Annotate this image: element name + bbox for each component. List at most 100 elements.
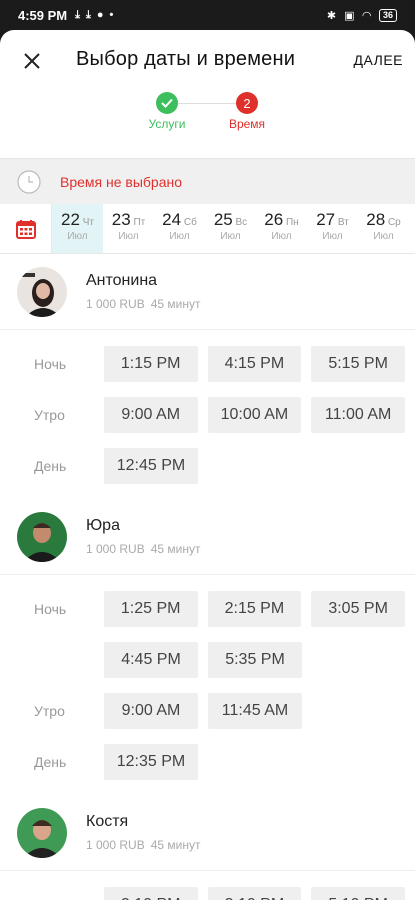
date-weekday: Ср: [385, 217, 401, 228]
header: Выбор даты и времени ДАЛЕЕ: [0, 30, 415, 92]
slot-row: Ночь 1:25 PM 2:15 PM 3:05 PM: [0, 583, 415, 634]
date-day: 27: [316, 210, 336, 229]
close-icon[interactable]: [18, 47, 46, 75]
slot-row: День 12:45 PM: [0, 440, 415, 491]
time-slot-button[interactable]: 5:10 PM: [311, 886, 405, 900]
avatar: [17, 807, 67, 858]
time-slots: Ночь2:10 PM 3:10 PM 5:10 PM: [0, 871, 415, 900]
date-month: Июл: [322, 231, 343, 242]
service-duration: 45 минут: [150, 542, 201, 556]
service-price: 1 000 RUB: [86, 542, 145, 556]
date-strip: 22 Чт Июл 23 Пт Июл 24 Сб Июл 25 Вс Июл 26 Пн Июл…: [52, 204, 415, 253]
service-duration: 45 минут: [150, 297, 201, 311]
date-item[interactable]: 27 Вт Июл: [307, 204, 358, 253]
check-icon: [156, 92, 178, 114]
avatar: [17, 266, 67, 317]
time-slot-button[interactable]: 9:00 AM: [104, 692, 198, 729]
date-day-line: 25 Вс: [205, 210, 256, 230]
time-slot-button[interactable]: 1:25 PM: [103, 590, 198, 627]
date-day: 28: [366, 210, 386, 229]
time-slot-button[interactable]: 4:45 PM: [104, 641, 198, 678]
master-meta: 1 000 RUB 45 минут: [86, 297, 200, 311]
time-not-selected-banner: Время не выбрано: [0, 158, 415, 204]
time-slot-button[interactable]: 2:15 PM: [207, 590, 302, 627]
date-day: 22: [61, 210, 80, 229]
date-item[interactable]: 24 Сб Июл: [154, 204, 205, 253]
time-slot-button[interactable]: 5:15 PM: [311, 345, 405, 382]
time-slot-button[interactable]: 5:35 PM: [208, 641, 302, 678]
status-bar: 4:59 PM ⤓ ⤓ ● • ✱ ▣ ◠ 36: [0, 0, 415, 30]
period-label: День: [34, 753, 67, 770]
slot-row: Ночь 1:15 PM 4:15 PM 5:15 PM: [0, 338, 415, 389]
date-weekday: Вс: [232, 217, 248, 228]
time-slot-button[interactable]: 10:00 AM: [207, 396, 302, 433]
date-item[interactable]: 28 Ср Июл: [358, 204, 409, 253]
booking-sheet: Выбор даты и времени ДАЛЕЕ Услуги 2 Врем…: [0, 30, 415, 900]
calendar-icon[interactable]: [0, 204, 52, 253]
notice-text: Время не выбрано: [60, 173, 183, 190]
step-label: Услуги: [148, 117, 186, 131]
date-month: Июл: [169, 231, 190, 242]
period-label: Утро: [34, 702, 65, 719]
master-name: Юра: [86, 517, 120, 534]
period-label: Ночь: [34, 355, 67, 372]
service-price: 1 000 RUB: [86, 297, 145, 311]
date-item[interactable]: 22 Чт Июл: [52, 204, 103, 253]
master-card[interactable]: Костя 1 000 RUB 45 минут: [0, 795, 415, 871]
period-label: Утро: [34, 406, 65, 423]
time-slot-button[interactable]: 11:00 AM: [311, 396, 405, 433]
master-meta: 1 000 RUB 45 минут: [86, 542, 200, 556]
time-slot-button[interactable]: 2:10 PM: [103, 886, 198, 900]
master-info: Антонина 1 000 RUB 45 минут: [86, 272, 200, 311]
slot-row: Утро 9:00 AM 10:00 AM 11:00 AM: [0, 389, 415, 440]
master-card[interactable]: Антонина 1 000 RUB 45 минут: [0, 254, 415, 330]
sim-icon: ▣: [344, 9, 355, 22]
avatar: [17, 511, 67, 562]
master-card[interactable]: Юра 1 000 RUB 45 минут: [0, 499, 415, 575]
date-day: 23: [111, 210, 131, 229]
time-slot-button[interactable]: 12:45 PM: [104, 447, 198, 484]
stepper: Услуги 2 Время: [0, 92, 415, 158]
date-weekday: Пн: [283, 217, 299, 228]
slot-row: День 12:35 PM: [0, 736, 415, 787]
date-day: 26: [264, 210, 284, 229]
period-label: Ночь: [0, 897, 104, 900]
date-day-line: 23 Пт: [103, 210, 154, 230]
date-item[interactable]: 25 Вс Июл: [205, 204, 256, 253]
master-name: Антонина: [86, 272, 158, 289]
time-slot-button[interactable]: 3:05 PM: [311, 590, 405, 627]
time-slot-button[interactable]: 3:10 PM: [207, 886, 302, 900]
step-time[interactable]: 2 Время: [212, 92, 282, 131]
date-day-line: 27 Вт: [307, 210, 358, 230]
date-day-line: 24 Сб: [154, 210, 205, 230]
next-button[interactable]: ДАЛЕЕ: [354, 52, 404, 68]
date-item[interactable]: 23 Пт Июл: [103, 204, 154, 253]
dot-icon: •: [109, 9, 114, 21]
battery-icon: 36: [378, 8, 397, 22]
date-month: Июл: [118, 231, 139, 242]
master-info: Костя 1 000 RUB 45 минут: [86, 813, 200, 852]
time-slot-button[interactable]: 9:00 AM: [103, 396, 198, 433]
time-slot-button[interactable]: 4:15 PM: [207, 345, 302, 382]
skype-icon: ●: [96, 9, 104, 21]
clock-icon: [17, 169, 41, 194]
time-slot-button[interactable]: 11:45 AM: [208, 692, 302, 729]
time-slot-button[interactable]: 12:35 PM: [104, 743, 198, 780]
masters-list: Антонина 1 000 RUB 45 минут Ночь 1:15 PM 4:15…: [0, 254, 415, 900]
date-month: Июл: [67, 231, 88, 242]
date-weekday: Чт: [79, 217, 94, 228]
step-services[interactable]: Услуги: [132, 92, 202, 131]
notification-icons: ⤓ ⤓ ● •: [75, 9, 113, 22]
download-icon: ⤓: [86, 8, 91, 21]
service-duration: 45 минут: [150, 838, 201, 852]
date-item[interactable]: 26 Пн Июл: [256, 204, 307, 253]
date-month: Июл: [373, 231, 394, 242]
system-icons: ✱ ▣ ◠ 36: [326, 8, 397, 22]
date-day-line: 22 Чт: [52, 210, 103, 230]
time-slot-button[interactable]: 1:15 PM: [103, 345, 198, 382]
period-label: День: [34, 457, 67, 474]
step-label: Время: [228, 117, 266, 131]
slot-row: 4:45 PM 5:35 PM: [0, 634, 415, 685]
bluetooth-icon: ✱: [326, 9, 337, 22]
slot-row: Утро 9:00 AM 11:45 AM: [0, 685, 415, 736]
